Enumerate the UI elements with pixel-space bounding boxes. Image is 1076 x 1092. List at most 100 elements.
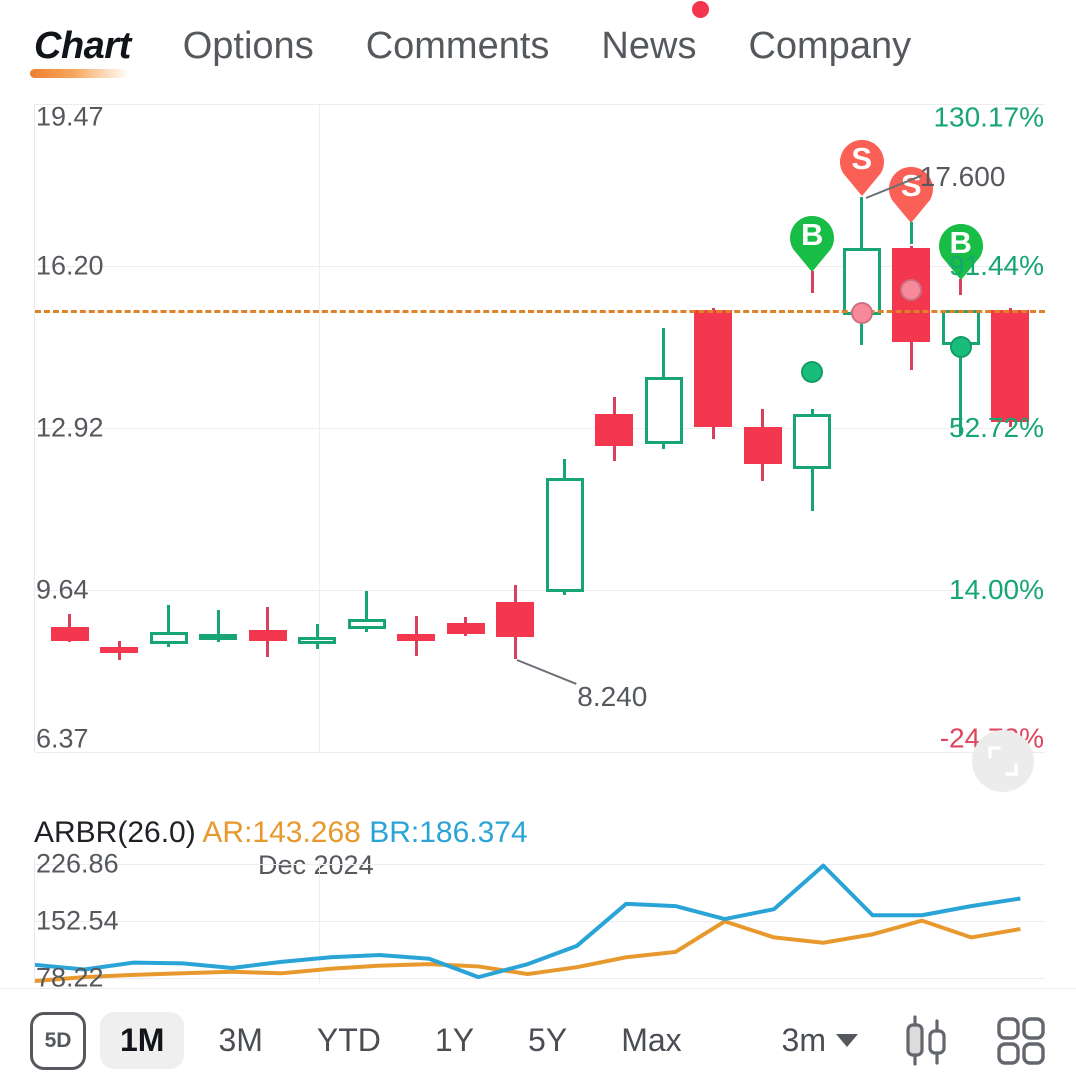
news-badge-dot (692, 1, 710, 18)
indicator-y-tick: 226.86 (36, 848, 119, 879)
candle-body (446, 622, 485, 634)
tab-label: Company (748, 25, 912, 67)
price-gridline (35, 104, 1045, 105)
y-axis-tick-left: 6.37 (36, 723, 89, 754)
tab-label: Chart (34, 25, 131, 67)
y-axis-tick-right: 91.44% (949, 249, 1044, 281)
candlestick (397, 615, 436, 656)
tab-chart[interactable]: Chart (30, 25, 131, 78)
expand-icon[interactable] (972, 730, 1034, 792)
indicator-ar-value: AR:143.268 (202, 816, 361, 849)
range-button-label: 1M (120, 1022, 165, 1058)
candlestick (892, 245, 931, 370)
chevron-down-icon (836, 1034, 858, 1047)
range-button-max[interactable]: Max (601, 1012, 701, 1069)
pin-letter: S (851, 140, 873, 176)
range-button-5y[interactable]: 5Y (508, 1012, 587, 1069)
indicator-plot-area[interactable] (34, 858, 1045, 984)
y-axis-tick-right: 130.17% (933, 101, 1044, 133)
stock-chart-screen: Chart Options Comments News Company B S S B 17.6… (0, 0, 1076, 1092)
candlestick (50, 614, 89, 642)
tab-label: News (601, 25, 697, 67)
sell-marker-pin[interactable]: S (837, 135, 887, 197)
annotation-leader-line (516, 659, 577, 686)
candlestick (298, 624, 337, 650)
range-button-label: 5Y (528, 1022, 568, 1058)
candlestick (793, 409, 832, 511)
tab-company[interactable]: Company (748, 27, 911, 65)
candle-body (397, 633, 436, 641)
low-price-annotation: 8.240 (577, 681, 648, 713)
indicator-br-value: BR:186.374 (369, 816, 528, 849)
bottom-toolbar: 5D 1M 3M YTD 1Y 5Y Max 3m (0, 988, 1076, 1092)
candlestick (149, 604, 188, 647)
tab-news[interactable]: News (601, 1, 710, 67)
candle-body (743, 426, 782, 464)
candle-body (149, 631, 188, 645)
indicator-title: ARBR(26.0) AR:143.268 BR:186.374 (34, 816, 528, 850)
candlestick (446, 616, 485, 636)
pin-letter: B (801, 217, 824, 253)
buy-trade-dot (949, 336, 972, 359)
y-axis-tick-left: 9.64 (36, 574, 89, 605)
range-button-label: Max (621, 1022, 682, 1058)
range-button-1y[interactable]: 1Y (415, 1012, 494, 1069)
candle-body (248, 629, 287, 641)
indicator-series-br (35, 863, 1021, 980)
buy-trade-dot (801, 361, 824, 384)
range-button-label: 5D (44, 1028, 72, 1052)
price-gridline (35, 752, 1045, 753)
candle-body (793, 414, 832, 469)
candlestick (595, 396, 634, 462)
candlestick (991, 307, 1030, 427)
range-button-label: 1Y (434, 1022, 475, 1058)
candle-body (298, 636, 337, 644)
candle-body (545, 478, 584, 593)
range-button-5d[interactable]: 5D (30, 1011, 86, 1070)
candlestick (199, 609, 238, 642)
period-dropdown[interactable]: 3m (782, 1022, 858, 1059)
candle-body (595, 414, 634, 447)
indicator-chart[interactable]: 226.86 152.54 78.22 (0, 849, 1076, 992)
range-button-3m[interactable]: 3M (198, 1012, 282, 1069)
candlestick (694, 307, 733, 439)
candle-body (496, 602, 535, 637)
sell-trade-dot (850, 301, 873, 324)
tab-comments[interactable]: Comments (366, 27, 550, 65)
y-axis-tick-left: 19.47 (36, 101, 104, 132)
baseline-price-line (35, 310, 1045, 314)
candle-body (694, 310, 733, 427)
indicator-name: ARBR(26.0) (34, 816, 196, 849)
candlestick (347, 591, 386, 632)
month-gridline (319, 104, 320, 752)
buy-marker-pin[interactable]: B (787, 211, 837, 273)
active-tab-underline (30, 69, 129, 78)
candle-body (347, 619, 386, 630)
candle-body (100, 646, 139, 653)
price-plot-area[interactable]: B S S B 17.600 8.240 (34, 104, 1045, 753)
price-gridline (35, 590, 1045, 592)
candlestick (496, 584, 535, 660)
tab-label: Comments (365, 25, 550, 67)
range-button-ytd[interactable]: YTD (297, 1012, 401, 1069)
y-axis-tick-right: 14.00% (949, 574, 1044, 606)
candle-body (199, 633, 238, 640)
range-selector-group: 5D 1M 3M YTD 1Y 5Y Max (30, 1011, 702, 1070)
indicator-series-ar (35, 918, 1021, 983)
candle-body (644, 377, 683, 444)
y-axis-tick-right: 52.72% (949, 412, 1044, 443)
candle-body (50, 626, 89, 641)
price-chart[interactable]: B S S B 17.600 8.240 19.47 16.20 12.92 9.64 6.37 … (0, 96, 1076, 880)
tab-options[interactable]: Options (183, 27, 314, 65)
pin-stem (909, 221, 913, 244)
top-tab-bar: Chart Options Comments News Company (0, 0, 1076, 92)
pin-stem (810, 271, 814, 294)
candlestick (100, 640, 139, 661)
candlestick (545, 458, 584, 595)
y-axis-tick-left: 12.92 (36, 412, 104, 443)
range-button-1m[interactable]: 1M (100, 1012, 185, 1069)
grid-icon[interactable] (996, 1016, 1046, 1066)
candlestick-icon[interactable] (902, 1014, 950, 1067)
high-price-annotation: 17.600 (919, 160, 1006, 192)
candlestick (248, 607, 287, 657)
